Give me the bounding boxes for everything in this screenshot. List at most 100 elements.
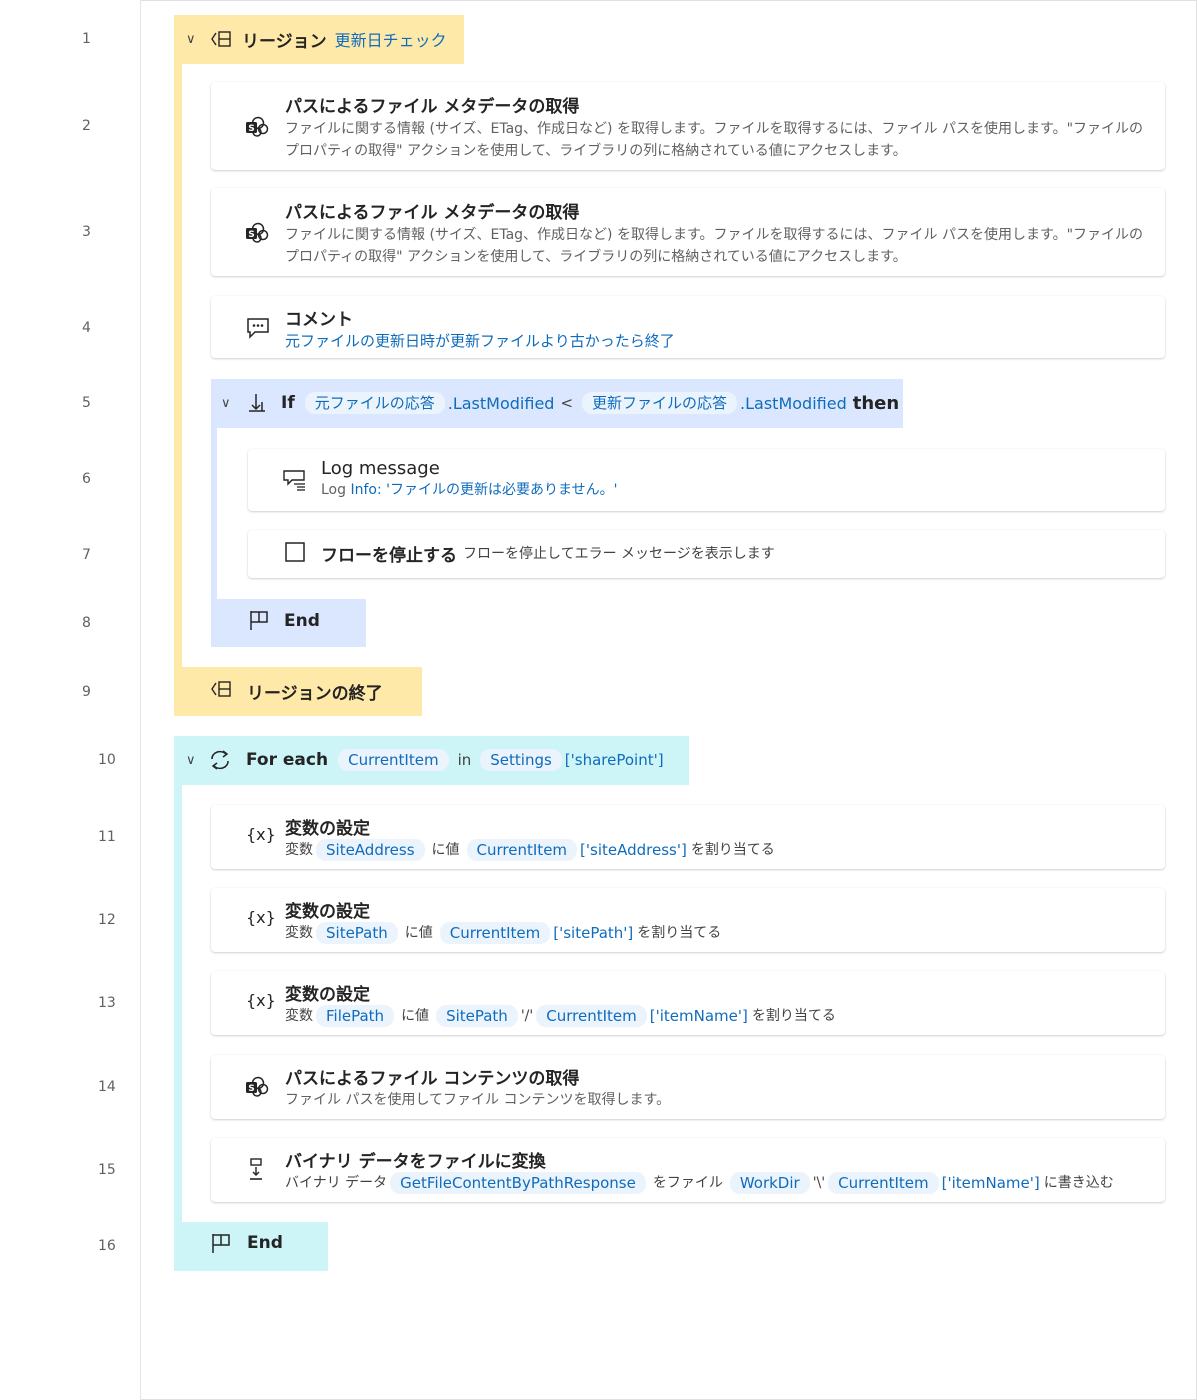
- var-label: 変数: [285, 842, 313, 858]
- line-number: 11: [98, 829, 116, 845]
- if-keyword: If: [281, 393, 295, 413]
- line-number: 4: [82, 320, 91, 336]
- stop-icon: [285, 542, 305, 562]
- region-end-label: リージョンの終了: [247, 684, 383, 704]
- svg-text:S: S: [248, 124, 254, 134]
- region-label: リージョン: [242, 31, 327, 52]
- action-description-line2: プロパティの取得" アクションを使用して、ライブラリの列に格納されている値にアク…: [285, 249, 907, 265]
- write-file-icon: [248, 1158, 264, 1182]
- get-file-metadata-action[interactable]: S パスによるファイル メタデータの取得 ファイルに関する情報 (サイズ、ETa…: [211, 188, 1165, 276]
- separator-token: '/': [520, 1008, 534, 1024]
- foreach-header[interactable]: ∨ For each CurrentItem in Settings ['sha…: [174, 736, 689, 785]
- region-icon: [210, 30, 232, 48]
- action-title: パスによるファイル メタデータの取得: [285, 203, 580, 223]
- line-number: 5: [82, 395, 91, 411]
- index-token: ['itemName']: [649, 1007, 748, 1025]
- assign-label: を割り当てる: [637, 925, 722, 941]
- svg-text:S: S: [248, 230, 254, 240]
- sharepoint-icon: S: [245, 1076, 269, 1098]
- end-label: End: [284, 611, 320, 631]
- variable-icon: {x}: [246, 908, 276, 927]
- value-label: に値: [431, 842, 460, 858]
- var-label: 変数: [285, 1008, 313, 1024]
- action-title: パスによるファイル メタデータの取得: [285, 97, 580, 117]
- log-level: Info:: [350, 482, 382, 498]
- action-description-line1: ファイルに関する情報 (サイズ、ETag、作成日など) を取得します。ファイルを…: [285, 227, 1144, 243]
- line-number: 6: [82, 471, 91, 487]
- region-indent-bar: [174, 15, 182, 667]
- foreach-keyword: For each: [246, 750, 329, 770]
- log-message-action[interactable]: Log message Log Info: 'ファイルの更新は必要ありません。': [248, 449, 1165, 511]
- index-token: ['itemName']: [941, 1174, 1040, 1192]
- foreach-end[interactable]: End: [174, 1222, 328, 1271]
- variable-token: CurrentItem: [439, 922, 551, 944]
- convert-binary-to-file-action[interactable]: バイナリ データをファイルに変換 バイナリ データ GetFileContent…: [211, 1138, 1165, 1202]
- line-number: 10: [98, 752, 116, 768]
- line-number: 8: [82, 615, 91, 631]
- if-header[interactable]: ∨ If 元ファイルの応答 .LastModified < 更新ファイルの応答 …: [211, 379, 903, 428]
- stop-flow-action[interactable]: フローを停止する フローを停止してエラー メッセージを表示します: [248, 530, 1165, 578]
- if-end[interactable]: End: [211, 599, 366, 647]
- variable-token: CurrentItem: [466, 839, 578, 861]
- loop-icon: [208, 749, 232, 771]
- action-description-line1: ファイルに関する情報 (サイズ、ETag、作成日など) を取得します。ファイルを…: [285, 121, 1144, 137]
- variable-token: Settings: [480, 749, 562, 771]
- variable-token: GetFileContentByPathResponse: [390, 1172, 646, 1194]
- in-keyword: in: [457, 751, 472, 769]
- region-end[interactable]: リージョンの終了: [174, 667, 422, 716]
- comment-title: コメント: [285, 310, 353, 330]
- chevron-down-icon[interactable]: ∨: [186, 753, 202, 768]
- comment-action[interactable]: コメント 元ファイルの更新日時が更新ファイルより古かったら終了: [211, 296, 1165, 358]
- flag-icon: [248, 610, 270, 632]
- log-prefix: Log: [321, 482, 347, 498]
- variable-token: FilePath: [316, 1005, 395, 1027]
- get-file-content-action[interactable]: S パスによるファイル コンテンツの取得 ファイル パスを使用してファイル コン…: [211, 1055, 1165, 1119]
- line-number: 7: [82, 547, 91, 563]
- line-number: 15: [98, 1162, 116, 1178]
- log-title: Log message: [321, 458, 440, 479]
- line-number: 12: [98, 912, 116, 928]
- then-keyword: then: [852, 392, 900, 414]
- set-variable-action[interactable]: {x} 変数の設定 変数 FilePath に値 SitePath '/' Cu…: [211, 971, 1165, 1035]
- binary-suffix: に書き込む: [1043, 1175, 1114, 1191]
- chevron-down-icon[interactable]: ∨: [221, 396, 237, 411]
- flag-icon: [210, 1233, 232, 1255]
- line-number-gutter: 1 2 3 4 5 6 7 8 9 10 11 12 13 14 15 16: [0, 0, 141, 1400]
- variable-token: 元ファイルの応答: [304, 392, 445, 414]
- index-token: ['sharePoint']: [564, 751, 664, 769]
- stop-title: フローを停止する: [321, 546, 457, 566]
- region-header[interactable]: ∨ リージョン 更新日チェック: [174, 15, 464, 64]
- if-condition-icon: [247, 393, 267, 413]
- variable-token: SitePath: [316, 922, 398, 944]
- line-number: 14: [98, 1079, 116, 1095]
- sharepoint-icon: S: [245, 116, 269, 138]
- end-label: End: [247, 1233, 283, 1253]
- separator-token: '\': [812, 1175, 826, 1191]
- variable-token: CurrentItem: [536, 1005, 647, 1027]
- variable-icon: {x}: [246, 991, 276, 1010]
- line-number: 1: [82, 31, 91, 47]
- property-token: .LastModified: [740, 393, 847, 413]
- property-token: .LastModified: [447, 393, 555, 413]
- log-icon: [283, 469, 307, 491]
- set-variable-action[interactable]: {x} 変数の設定 変数 SiteAddress に値 CurrentItem …: [211, 805, 1165, 869]
- binary-mid: をファイル: [652, 1175, 723, 1191]
- set-variable-action[interactable]: {x} 変数の設定 変数 SitePath に値 CurrentItem ['s…: [211, 888, 1165, 952]
- line-number: 2: [82, 118, 91, 134]
- index-token: ['sitePath']: [553, 924, 634, 942]
- var-label: 変数: [285, 925, 313, 941]
- binary-prefix: バイナリ データ: [285, 1175, 388, 1191]
- variable-token: SitePath: [436, 1005, 518, 1027]
- line-number: 16: [98, 1238, 116, 1254]
- line-number: 9: [82, 684, 91, 700]
- stop-description: フローを停止してエラー メッセージを表示します: [463, 545, 775, 562]
- variable-token: WorkDir: [729, 1172, 810, 1194]
- action-description: ファイル パスを使用してファイル コンテンツを取得します。: [285, 1092, 671, 1108]
- svg-text:S: S: [248, 1084, 254, 1094]
- get-file-metadata-action[interactable]: S パスによるファイル メタデータの取得 ファイルに関する情報 (サイズ、ETa…: [211, 82, 1165, 170]
- variable-token: CurrentItem: [338, 749, 449, 771]
- assign-label: を割り当てる: [690, 842, 775, 858]
- chevron-down-icon[interactable]: ∨: [186, 32, 202, 47]
- operator: <: [560, 394, 574, 412]
- variable-icon: {x}: [246, 825, 276, 844]
